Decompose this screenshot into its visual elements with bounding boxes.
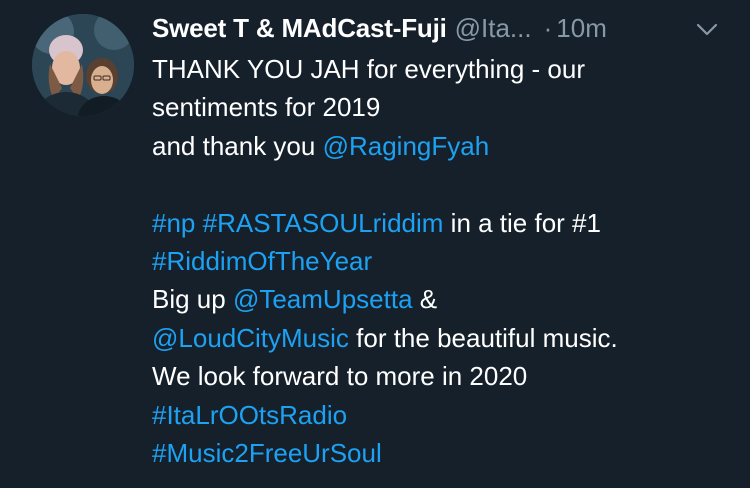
tweet-text-line: and thank you @RagingFyah xyxy=(152,127,742,165)
tweet-text-line: #RiddimOfTheYear xyxy=(152,242,742,280)
user-avatar[interactable] xyxy=(32,14,134,116)
tweet-text-segment: sentiments for 2019 xyxy=(152,92,381,123)
avatar-photo-icon xyxy=(32,14,134,116)
tweet-text-line: #ItaLrOOtsRadio xyxy=(152,396,742,434)
tweet-text-line: sentiments for 2019 xyxy=(152,88,742,126)
hashtag-link[interactable]: #np xyxy=(152,208,195,238)
tweet-text-segment: in a tie for #1 xyxy=(443,207,601,238)
tweet-text-line: #Music2FreeUrSoul xyxy=(152,434,742,472)
tweet-timestamp[interactable]: 10m xyxy=(556,13,607,44)
hashtag-link[interactable]: #RASTASOULriddim xyxy=(203,208,444,238)
hashtag-link[interactable]: #ItaLrOOtsRadio xyxy=(152,400,347,430)
mention-link[interactable]: @TeamUpsetta xyxy=(233,284,413,314)
tweet-text-line: @LoudCityMusic for the beautiful music. xyxy=(152,319,742,357)
hashtag-link[interactable]: #Music2FreeUrSoul xyxy=(152,438,382,468)
tweet-text-line: THANK YOU JAH for everything - our xyxy=(152,50,742,88)
tweet-text-segment xyxy=(195,208,202,238)
tweet-text: THANK YOU JAH for everything - our sentim… xyxy=(152,50,742,472)
tweet-text-segment: THANK YOU JAH for everything - our xyxy=(152,54,585,84)
display-name[interactable]: Sweet T & MAdCast-Fuji xyxy=(152,13,447,44)
hashtag-link[interactable]: #RiddimOfTheYear xyxy=(152,246,372,276)
tweet-card[interactable]: Sweet T & MAdCast-Fuji @Ita... · 10m THA… xyxy=(0,0,750,488)
mention-link[interactable]: @RagingFyah xyxy=(323,131,490,161)
tweet-text-segment: and thank you xyxy=(152,130,323,161)
separator-dot: · xyxy=(543,12,553,43)
tweet-text-line: #np #RASTASOULriddim in a tie for #1 xyxy=(152,204,742,242)
tweet-text-segment: Big up xyxy=(152,284,233,315)
tweet-text-segment: & xyxy=(412,284,438,315)
tweet-text-segment: We look forward to more in 2020 xyxy=(152,361,528,392)
mention-link[interactable]: @LoudCityMusic xyxy=(152,323,349,353)
tweet-header: Sweet T & MAdCast-Fuji @Ita... · 10m xyxy=(152,10,607,46)
user-handle[interactable]: @Ita... xyxy=(455,13,532,44)
tweet-text-line: We look forward to more in 2020 xyxy=(152,357,742,395)
chevron-down-icon[interactable] xyxy=(694,16,720,42)
tweet-text-segment: for the beautiful music. xyxy=(348,322,618,353)
tweet-text-line: Big up @TeamUpsetta & xyxy=(152,280,742,318)
